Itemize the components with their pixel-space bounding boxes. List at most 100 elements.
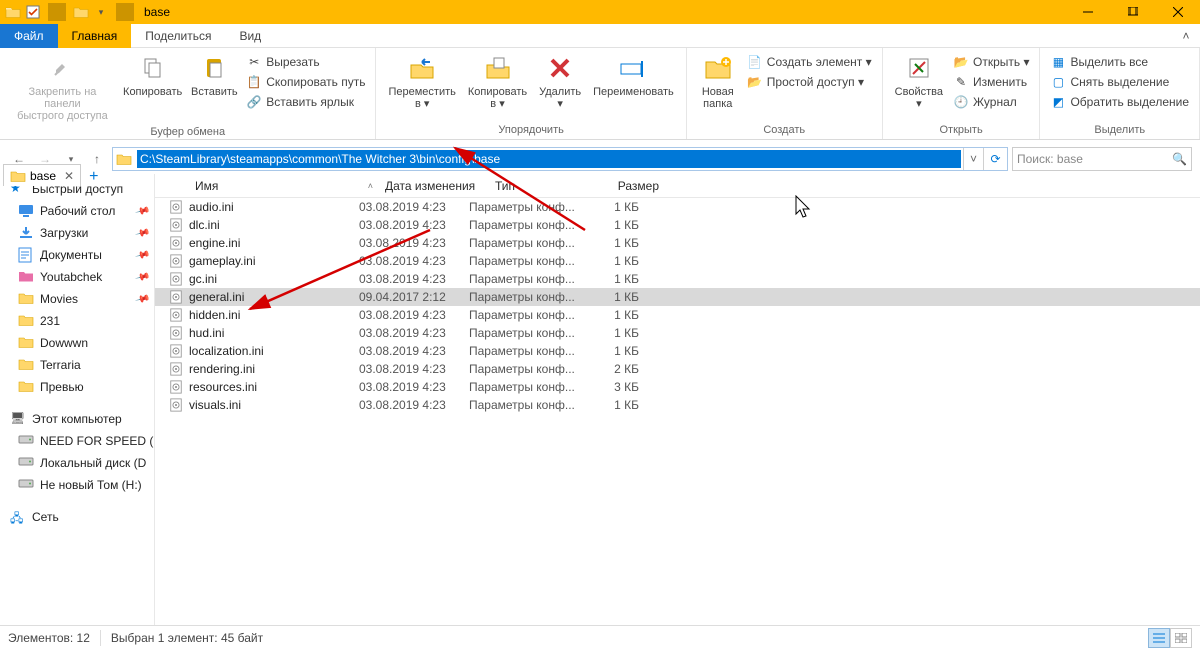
sidebar-item[interactable]: Dowwwn [0,332,154,354]
group-new-label: Создать [693,122,876,139]
minimize-button[interactable] [1065,0,1110,24]
details-view-button[interactable] [1148,628,1170,648]
ini-file-icon [169,326,185,340]
edit-button[interactable]: ✎Изменить [949,72,1033,92]
pin-quick-access-button[interactable]: Закрепить на панели быстрого доступа [6,50,119,124]
this-pc-header[interactable]: 🖥 Этот компьютер [0,408,154,430]
column-type[interactable]: Тип [489,174,599,197]
network-header[interactable]: 🖧 Сеть [0,506,154,528]
drive-icon [18,433,34,449]
tab-view[interactable]: Вид [225,24,275,48]
pin-icon [46,52,78,84]
network-icon: 🖧 [10,509,26,525]
status-selection: Выбран 1 элемент: 45 байт [111,631,263,645]
file-row[interactable]: gc.ini03.08.2019 4:23Параметры конф...1 … [155,270,1200,288]
sidebar-item[interactable]: Загрузки📌 [0,222,154,244]
file-row[interactable]: general.ini09.04.2017 2:12Параметры конф… [155,288,1200,306]
file-row[interactable]: engine.ini03.08.2019 4:23Параметры конф.… [155,234,1200,252]
address-path[interactable]: C:\SteamLibrary\steamapps\common\The Wit… [137,150,961,168]
paste-shortcut-button[interactable]: 🔗Вставить ярлык [242,92,369,112]
file-row[interactable]: audio.ini03.08.2019 4:23Параметры конф..… [155,198,1200,216]
status-bar: Элементов: 12 Выбран 1 элемент: 45 байт [0,625,1200,649]
qat-checkbox-icon[interactable] [24,3,42,21]
column-date[interactable]: Дата изменения [379,174,489,197]
navigation-pane[interactable]: ★ Быстрый доступ Рабочий стол📌Загрузки📌Д… [0,174,155,625]
icons-view-button[interactable] [1170,628,1192,648]
search-input[interactable]: Поиск: base 🔍 [1012,147,1192,171]
address-dropdown-icon[interactable]: ˅ [963,148,983,170]
tab-file[interactable]: Файл [0,24,58,48]
pin-icon: 📌 [134,203,150,219]
properties-button[interactable]: Свойства ▾ [889,50,949,112]
column-name[interactable]: Имя˄ [189,174,379,197]
ini-file-icon [169,290,185,304]
paste-icon [198,52,230,84]
select-none-button[interactable]: ▢Снять выделение [1046,72,1193,92]
file-row[interactable]: localization.ini03.08.2019 4:23Параметры… [155,342,1200,360]
file-row[interactable]: visuals.ini03.08.2019 4:23Параметры конф… [155,396,1200,414]
close-button[interactable] [1155,0,1200,24]
sidebar-item[interactable]: Movies📌 [0,288,154,310]
moveto-icon [406,52,438,84]
ini-file-icon [169,344,185,358]
refresh-button[interactable]: ⟳ [983,148,1007,170]
sidebar-item[interactable]: 231 [0,310,154,332]
delete-icon [544,52,576,84]
new-tab-button[interactable]: + [81,168,106,186]
sidebar-item[interactable]: Рабочий стол📌 [0,200,154,222]
cut-button[interactable]: ✂Вырезать [242,52,369,72]
group-organize-label: Упорядочить [382,122,679,139]
ini-file-icon [169,308,185,322]
properties-icon [903,52,935,84]
delete-button[interactable]: Удалить ▾ [533,50,587,112]
open-button[interactable]: 📂Открыть ▾ [949,52,1033,72]
newfolder-icon [702,52,734,84]
sidebar-drive[interactable]: NEED FOR SPEED (G [0,430,154,452]
copy-path-button[interactable]: 📋Скопировать путь [242,72,369,92]
close-tab-icon[interactable]: ✕ [60,169,74,183]
column-size[interactable]: Размер [599,174,669,197]
file-row[interactable]: gameplay.ini03.08.2019 4:23Параметры кон… [155,252,1200,270]
selectall-icon: ▦ [1050,54,1066,70]
new-folder-button[interactable]: Новая папка [693,50,743,112]
select-all-button[interactable]: ▦Выделить все [1046,52,1193,72]
sidebar-drive[interactable]: Локальный диск (D [0,452,154,474]
sidebar-item[interactable]: Terraria [0,354,154,376]
collapse-ribbon-button[interactable]: ˄ [1172,24,1200,47]
sidebar-item[interactable]: Превью [0,376,154,398]
tab-home[interactable]: Главная [58,24,132,48]
address-bar[interactable]: C:\SteamLibrary\steamapps\common\The Wit… [112,147,1008,171]
selectnone-icon: ▢ [1050,74,1066,90]
paste-button[interactable]: Вставить [186,50,242,100]
ini-file-icon [169,200,185,214]
new-item-button[interactable]: 📄Создать элемент ▾ [743,52,876,72]
address-folder-icon [113,152,135,166]
file-row[interactable]: dlc.ini03.08.2019 4:23Параметры конф...1… [155,216,1200,234]
rename-button[interactable]: Переименовать [587,50,680,100]
sidebar-item[interactable]: Документы📌 [0,244,154,266]
sidebar-drive[interactable]: Не новый Том (H:) [0,474,154,496]
qat-folder-icon[interactable] [72,3,90,21]
maximize-button[interactable] [1110,0,1155,24]
folder-tab[interactable]: base ✕ [3,164,81,186]
sidebar-item[interactable]: Youtabchek📌 [0,266,154,288]
file-list-pane: Имя˄ Дата изменения Тип Размер audio.ini… [155,174,1200,625]
pin-icon: 📌 [134,269,150,285]
tab-share[interactable]: Поделиться [131,24,225,48]
file-row[interactable]: hidden.ini03.08.2019 4:23Параметры конф.… [155,306,1200,324]
easy-access-button[interactable]: 📂Простой доступ ▾ [743,72,876,92]
file-row[interactable]: resources.ini03.08.2019 4:23Параметры ко… [155,378,1200,396]
nav-icon [18,291,34,307]
invert-selection-button[interactable]: ◩Обратить выделение [1046,92,1193,112]
copypath-icon: 📋 [246,74,262,90]
copy-icon [137,52,169,84]
file-row[interactable]: hud.ini03.08.2019 4:23Параметры конф...1… [155,324,1200,342]
file-row[interactable]: rendering.ini03.08.2019 4:23Параметры ко… [155,360,1200,378]
copy-to-button[interactable]: Копировать в ▾ [462,50,533,112]
move-to-button[interactable]: Переместить в ▾ [382,50,461,112]
history-button[interactable]: 🕘Журнал [949,92,1033,112]
column-headers: Имя˄ Дата изменения Тип Размер [155,174,1200,198]
qat-dropdown-icon[interactable]: ▾ [92,3,110,21]
copy-button[interactable]: Копировать [119,50,187,100]
ini-file-icon [169,362,185,376]
